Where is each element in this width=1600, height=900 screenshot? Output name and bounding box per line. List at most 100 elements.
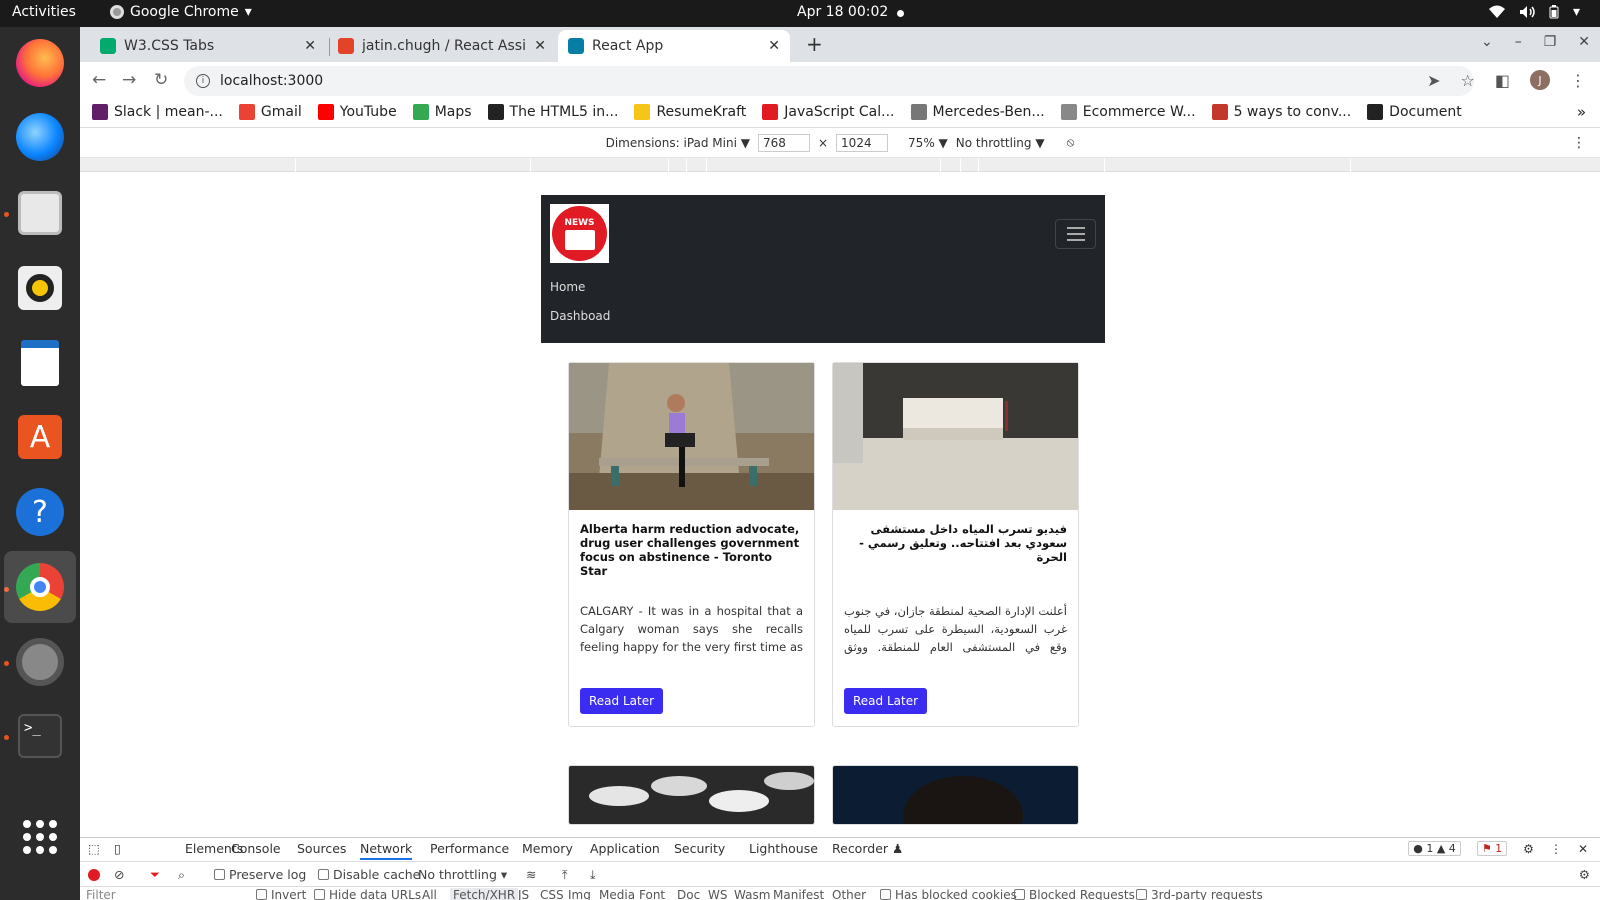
network-conditions-icon[interactable]: ≋ [526,867,536,882]
settings-icon[interactable] [12,634,68,690]
clear-icon[interactable]: ⊘ [114,867,124,882]
close-icon[interactable]: ✕ [304,38,316,54]
url-text[interactable]: localhost:3000 [220,73,323,89]
throttle-select[interactable]: No throttling ▼ [956,136,1045,150]
maximize-icon[interactable]: ❐ [1544,34,1557,50]
blocked-requests-checkbox[interactable]: Blocked Requests [1014,888,1135,900]
filter-type-wasm[interactable]: Wasm [734,888,770,900]
news-logo[interactable]: NEWS [550,204,609,263]
device-width-input[interactable]: 768 [757,133,810,152]
system-tray[interactable]: ▾ [1488,4,1580,20]
media-query-ruler[interactable] [80,158,1600,172]
info-icon[interactable]: i [196,74,210,88]
reload-icon[interactable]: ↻ [154,70,168,90]
bookmark-item[interactable]: Document [1367,104,1462,120]
back-icon[interactable]: ← [92,70,106,90]
filter-type-other[interactable]: Other [832,888,866,900]
device-dimensions-select[interactable]: Dimensions: iPad Mini ▼ [606,136,750,150]
record-icon[interactable] [88,869,100,881]
close-icon[interactable]: ✕ [768,38,780,54]
filter-type-img[interactable]: Img [568,888,591,900]
rotate-icon[interactable]: ⦸ [1067,135,1075,150]
avatar[interactable]: J [1530,70,1550,90]
search-icon[interactable]: ⌕ [178,867,185,883]
console-counts-badge[interactable]: ● 1 ▲ 4 [1408,841,1461,856]
bookmark-item[interactable]: The HTML5 in... [487,104,618,120]
terminal-icon[interactable]: >_ [12,708,68,764]
export-har-icon[interactable]: ⤓ [590,867,596,883]
browser-tab-active[interactable]: React App ✕ [558,30,790,62]
device-toggle-icon[interactable]: ▯ [114,841,121,856]
navbar-toggler-button[interactable] [1055,219,1096,249]
has-blocked-cookies-checkbox[interactable]: Has blocked cookies [880,888,1017,900]
filter-type-manifest[interactable]: Manifest [773,888,824,900]
files-icon[interactable] [12,185,68,241]
nav-link-dashboard[interactable]: Dashboad [550,309,610,323]
kebab-menu-icon[interactable]: ⋮ [1570,71,1586,90]
forward-icon[interactable]: → [122,70,136,90]
firefox-icon[interactable] [12,35,68,91]
filter-type-doc[interactable]: Doc [677,888,700,900]
tab-security[interactable]: Security [674,841,725,856]
filter-type-js[interactable]: JS [518,888,529,900]
third-party-requests-checkbox[interactable]: 3rd-party requests [1136,888,1263,900]
preserve-log-checkbox[interactable]: Preserve log [214,867,306,882]
minimize-icon[interactable]: – [1515,34,1522,50]
bookmark-item[interactable]: Maps [412,104,472,120]
tab-search-icon[interactable]: ⌄ [1481,34,1493,50]
help-icon[interactable]: ? [12,484,68,540]
browser-tab[interactable]: jatin.chugh / React Assign ✕ [328,30,556,62]
inspect-element-icon[interactable]: ⬚ [88,841,100,856]
gear-icon[interactable]: ⚙ [1579,867,1590,882]
side-panel-icon[interactable]: ◧ [1495,71,1510,90]
tab-recorder[interactable]: Recorder ♟ [832,841,903,856]
tab-console[interactable]: Console [231,841,281,856]
filter-type-media[interactable]: Media [599,888,635,900]
writer-icon[interactable] [12,335,68,391]
show-apps-icon[interactable] [12,809,68,865]
rhythmbox-icon[interactable] [12,260,68,316]
bookmark-item[interactable]: 5 ways to conv... [1211,104,1351,120]
read-later-button[interactable]: Read Later [844,688,928,714]
read-later-button[interactable]: Read Later [580,688,664,714]
clock[interactable]: Apr 18 00:02 [797,4,888,20]
tab-memory[interactable]: Memory [522,841,573,856]
chrome-icon[interactable] [4,551,76,623]
tab-performance[interactable]: Performance [430,841,509,856]
filter-input[interactable]: Filter [86,888,116,900]
gear-icon[interactable]: ⚙ [1523,842,1534,856]
bookmark-item[interactable]: JavaScript Cal... [762,104,895,120]
kebab-menu-icon[interactable]: ⋮ [1572,135,1586,151]
device-height-input[interactable]: 1024 [836,133,889,152]
issues-badge[interactable]: ⚑ 1 [1476,841,1508,856]
import-har-icon[interactable]: ⤒ [562,867,568,883]
close-icon[interactable]: ✕ [1578,34,1590,50]
tab-application[interactable]: Application [590,841,660,856]
filter-type-font[interactable]: Font [639,888,665,900]
hide-data-urls-checkbox[interactable]: Hide data URLs [314,888,421,900]
bookmark-item[interactable]: YouTube [317,104,397,120]
bookmark-item[interactable]: Mercedes-Ben... [910,104,1045,120]
filter-type-css[interactable]: CSS [540,888,564,900]
app-menu[interactable]: Google Chrome ▾ [110,4,252,20]
disable-cache-checkbox[interactable]: Disable cache [318,867,420,882]
filter-type-ws[interactable]: WS [708,888,727,900]
filter-icon[interactable]: ⏷ [150,867,160,883]
filter-type-fetch-xhr[interactable]: Fetch/XHR [450,888,519,900]
new-tab-button[interactable]: + [806,32,823,56]
bookmarks-overflow-icon[interactable]: » [1577,103,1586,121]
app-center-icon[interactable]: A [12,409,68,465]
network-throttle-select[interactable]: No throttling ▾ [418,867,507,882]
tab-sources[interactable]: Sources [297,841,346,856]
bookmark-item[interactable]: Gmail [238,104,302,120]
zoom-select[interactable]: 75% ▼ [908,136,948,150]
thunderbird-icon[interactable] [12,109,68,165]
filter-type-all[interactable]: All [422,888,437,900]
bookmark-item[interactable]: Ecommerce W... [1060,104,1196,120]
browser-tab[interactable]: W3.CSS Tabs ✕ [90,30,326,62]
bookmark-item[interactable]: ResumeKraft [634,104,746,120]
close-icon[interactable]: ✕ [534,38,546,54]
send-tab-icon[interactable]: ➤ [1427,71,1440,90]
nav-link-home[interactable]: Home [550,280,585,294]
bookmark-item[interactable]: Slack | mean-... [92,104,223,120]
